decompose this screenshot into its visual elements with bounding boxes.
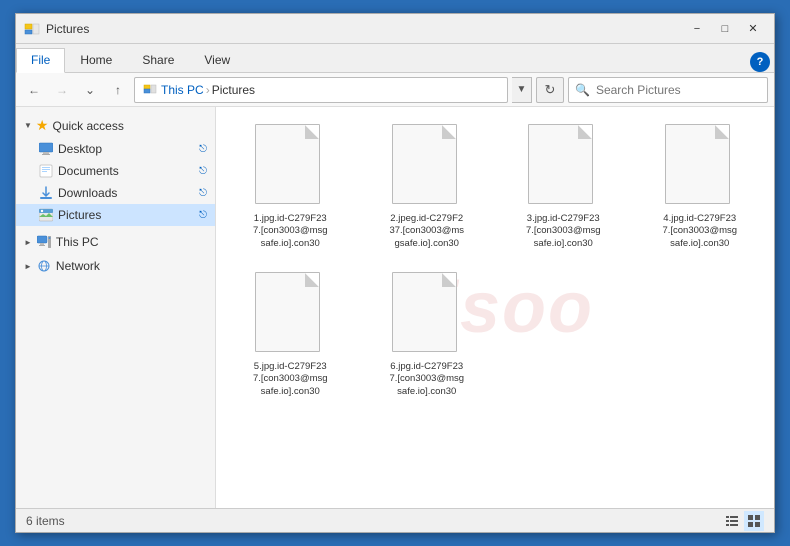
sidebar-item-pictures[interactable]: Pictures ⎋ [16,204,215,226]
file-label-6: 6.jpg.id-C279F23 7.[con3003@msg safe.io]… [389,361,464,398]
file-item-3[interactable]: 3.jpg.id-C279F23 7.[con3003@msg safe.io]… [499,117,628,257]
window-icon [24,21,40,37]
file-label-4: 4.jpg.id-C279F23 7.[con3003@msg safe.io]… [662,213,737,250]
main-area: ▼ ★ Quick access Desktop ⎋ [16,107,774,508]
downloads-pin-icon: ⎋ [199,188,207,199]
file-item-1[interactable]: 1.jpg.id-C279F23 7.[con3003@msg safe.io]… [226,117,355,257]
search-input[interactable] [596,83,746,97]
file-label-1: 1.jpg.id-C279F23 7.[con3003@msg safe.io]… [253,213,328,250]
pictures-pin-icon: ⎋ [199,210,207,221]
address-bar: ← → ⌄ ↑ This PC › Pictures ▼ ↻ 🔍 [16,73,774,107]
ribbon-tabs: File Home Share View ? [16,44,774,72]
status-bar: 6 items [16,508,774,532]
tab-file[interactable]: File [16,48,65,73]
ribbon: File Home Share View ? [16,44,774,73]
help-button[interactable]: ? [750,52,770,72]
network-label: Network [56,259,100,273]
network-expand-icon: ► [24,262,32,271]
desktop-icon [38,141,54,157]
up-button[interactable]: ↑ [106,78,130,102]
address-dropdown-button[interactable]: ▼ [512,77,532,103]
sidebar: ▼ ★ Quick access Desktop ⎋ [16,107,216,508]
documents-pin-icon: ⎋ [199,166,207,177]
forward-button[interactable]: → [50,78,74,102]
explorer-window: Pictures − □ ✕ File Home Share View ? ← … [15,13,775,533]
this-pc-label: This PC [56,235,99,249]
sidebar-item-documents[interactable]: Documents ⎋ [16,160,215,182]
file-icon-1 [255,124,325,209]
window-controls: − □ ✕ [684,19,766,39]
search-box: 🔍 [568,77,768,103]
file-label-2: 2.jpeg.id-C279F2 37.[con3003@ms gsafe.io… [389,213,464,250]
item-count-label: 6 items [26,514,65,528]
search-icon: 🔍 [569,83,596,97]
sidebar-section-quick-access[interactable]: ▼ ★ Quick access [16,113,215,138]
minimize-button[interactable]: − [684,19,710,39]
refresh-button[interactable]: ↻ [536,77,564,103]
tab-view[interactable]: View [189,48,245,72]
sidebar-item-desktop[interactable]: Desktop ⎋ [16,138,215,160]
sidebar-documents-label: Documents [58,164,119,178]
sidebar-section-network[interactable]: ► Network [16,254,215,278]
this-pc-icon [36,234,52,250]
address-path[interactable]: This PC › Pictures [134,77,508,103]
file-icon-5 [255,272,325,357]
file-icon-4 [665,124,735,209]
quick-access-expand-icon: ▼ [24,121,32,130]
maximize-button[interactable]: □ [712,19,738,39]
sidebar-pictures-label: Pictures [58,208,101,222]
file-icon-2 [392,124,462,209]
file-item-5[interactable]: 5.jpg.id-C279F23 7.[con3003@msg safe.io]… [226,265,355,405]
desktop-pin-icon: ⎋ [199,144,207,155]
quick-access-label: Quick access [52,119,123,133]
title-bar: Pictures − □ ✕ [16,14,774,44]
path-pictures[interactable]: Pictures [212,83,255,97]
sidebar-downloads-label: Downloads [58,186,117,200]
back-button[interactable]: ← [22,78,46,102]
sidebar-desktop-label: Desktop [58,142,102,156]
list-view-button[interactable] [722,511,742,531]
window-title: Pictures [46,22,684,36]
close-button[interactable]: ✕ [740,19,766,39]
path-separator-1: › [206,83,210,97]
path-this-pc[interactable]: This PC [161,83,204,97]
file-icon-6 [392,272,462,357]
grid-view-button[interactable] [744,511,764,531]
quick-access-star-icon: ★ [36,117,49,134]
tab-home[interactable]: Home [65,48,127,72]
sidebar-section-this-pc[interactable]: ► This PC [16,230,215,254]
file-item-4[interactable]: 4.jpg.id-C279F23 7.[con3003@msg safe.io]… [636,117,765,257]
sidebar-item-downloads[interactable]: Downloads ⎋ [16,182,215,204]
this-pc-expand-icon: ► [24,238,32,247]
downloads-icon [38,185,54,201]
file-grid: cisoo 1.jpg.id-C279F23 7.[con3003@msg sa… [216,107,774,508]
file-label-3: 3.jpg.id-C279F23 7.[con3003@msg safe.io]… [526,213,601,250]
recent-locations-button[interactable]: ⌄ [78,78,102,102]
view-controls [722,511,764,531]
file-item-2[interactable]: 2.jpeg.id-C279F2 37.[con3003@ms gsafe.io… [363,117,492,257]
network-icon [36,258,52,274]
file-icon-3 [528,124,598,209]
pictures-icon [38,207,54,223]
documents-icon [38,163,54,179]
file-item-6[interactable]: 6.jpg.id-C279F23 7.[con3003@msg safe.io]… [363,265,492,405]
file-label-5: 5.jpg.id-C279F23 7.[con3003@msg safe.io]… [253,361,328,398]
tab-share[interactable]: Share [127,48,189,72]
